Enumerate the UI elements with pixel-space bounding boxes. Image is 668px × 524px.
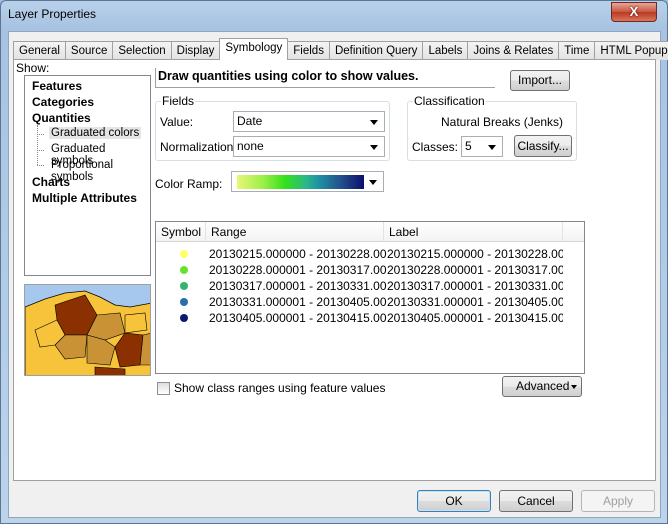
normalization-text: none bbox=[237, 139, 264, 153]
cancel-button[interactable]: Cancel bbox=[499, 490, 573, 512]
symbology-panel: Show: Features Categories Quantities Gra… bbox=[13, 59, 656, 481]
advanced-label: Advanced bbox=[516, 379, 570, 393]
tab-symbology[interactable]: Symbology bbox=[219, 38, 289, 60]
class-symbol-swatch[interactable] bbox=[180, 298, 188, 306]
class-row[interactable]: 20130331.000001 - 20130405.0000002013033… bbox=[156, 294, 563, 310]
classify-button[interactable]: Classify... bbox=[514, 135, 572, 157]
tree-item-features[interactable]: Features bbox=[32, 79, 82, 93]
normalization-dropdown[interactable]: none bbox=[233, 136, 385, 157]
class-range[interactable]: 20130317.000001 - 20130331.000000 bbox=[209, 278, 387, 294]
class-label[interactable]: 20130215.000000 - 20130228.000000 bbox=[387, 246, 563, 262]
tree-item-graduated-colors[interactable]: Graduated colors bbox=[49, 127, 142, 139]
value-field-text: Date bbox=[237, 114, 263, 128]
show-class-ranges-checkbox[interactable] bbox=[157, 382, 170, 395]
classes-value: 5 bbox=[465, 139, 472, 153]
class-range[interactable]: 20130215.000000 - 20130228.000000 bbox=[209, 246, 387, 262]
value-label: Value: bbox=[160, 115, 194, 129]
class-range[interactable]: 20130331.000001 - 20130405.000000 bbox=[209, 294, 387, 310]
title-bar: Layer Properties X bbox=[1, 1, 667, 29]
ok-button[interactable]: OK bbox=[417, 490, 491, 512]
fields-group: Fields Value: Date Normalization: none bbox=[155, 94, 390, 161]
tab-joins-relates[interactable]: Joins & Relates bbox=[467, 41, 560, 60]
classification-method: Natural Breaks (Jenks) bbox=[441, 115, 564, 129]
tree-connector bbox=[37, 134, 44, 135]
close-button[interactable]: X bbox=[611, 2, 657, 22]
classes-dropdown[interactable]: 5 bbox=[461, 136, 503, 157]
advanced-dropdown-button[interactable]: Advanced bbox=[502, 376, 582, 397]
symbology-description: Draw quantities using color to show valu… bbox=[155, 68, 495, 88]
classification-group: Classification Natural Breaks (Jenks) Cl… bbox=[407, 94, 577, 161]
tree-item-categories[interactable]: Categories bbox=[32, 95, 94, 109]
fields-group-title: Fields bbox=[161, 94, 196, 108]
tab-fields[interactable]: Fields bbox=[287, 41, 330, 60]
classes-label: Classes: bbox=[412, 140, 459, 154]
class-row[interactable]: 20130317.000001 - 20130331.0000002013031… bbox=[156, 278, 563, 294]
color-ramp-dropdown[interactable] bbox=[231, 171, 384, 192]
class-symbol-swatch[interactable] bbox=[180, 282, 188, 290]
classification-group-title: Classification bbox=[413, 94, 486, 108]
tree-connector bbox=[37, 125, 38, 165]
chevron-down-icon bbox=[369, 180, 377, 185]
class-row[interactable]: 20130215.000000 - 20130228.0000002013021… bbox=[156, 246, 563, 262]
layer-properties-window: Layer Properties X General Source Select… bbox=[0, 0, 668, 524]
window-title: Layer Properties bbox=[8, 7, 97, 21]
tree-connector bbox=[37, 150, 44, 151]
show-class-ranges-label: Show class ranges using feature values bbox=[174, 381, 386, 395]
dialog-client: General Source Selection Display Symbolo… bbox=[8, 31, 668, 518]
apply-button[interactable]: Apply bbox=[581, 490, 655, 512]
class-range[interactable]: 20130228.000001 - 20130317.000000 bbox=[209, 262, 387, 278]
class-list-header: Symbol Range Label bbox=[156, 222, 584, 242]
import-button[interactable]: Import... bbox=[510, 70, 570, 91]
class-label[interactable]: 20130228.000001 - 20130317.000000 bbox=[387, 262, 563, 278]
color-ramp-label: Color Ramp: bbox=[155, 177, 223, 191]
tab-strip: General Source Selection Display Symbolo… bbox=[13, 38, 668, 60]
header-spacer bbox=[563, 222, 585, 242]
africa-map-thumbnail bbox=[25, 285, 150, 375]
class-row[interactable]: 20130405.000001 - 20130415.0000002013040… bbox=[156, 310, 563, 326]
header-label[interactable]: Label bbox=[384, 222, 563, 242]
tab-general[interactable]: General bbox=[13, 41, 66, 60]
close-icon: X bbox=[629, 4, 639, 19]
class-row[interactable]: 20130228.000001 - 20130317.0000002013022… bbox=[156, 262, 563, 278]
tab-display[interactable]: Display bbox=[170, 41, 221, 60]
tab-definition-query[interactable]: Definition Query bbox=[328, 41, 424, 60]
show-label: Show: bbox=[16, 61, 50, 75]
tree-item-charts[interactable]: Charts bbox=[32, 175, 70, 189]
class-symbol-swatch[interactable] bbox=[180, 266, 188, 274]
tree-connector bbox=[37, 165, 44, 166]
chevron-down-icon bbox=[488, 145, 496, 150]
class-list: Symbol Range Label 20130215.000000 - 201… bbox=[155, 221, 585, 374]
class-range[interactable]: 20130405.000001 - 20130415.000000 bbox=[209, 310, 387, 326]
header-symbol[interactable]: Symbol bbox=[156, 222, 206, 242]
class-label[interactable]: 20130405.000001 - 20130415.000000 bbox=[387, 310, 563, 326]
chevron-down-icon bbox=[571, 385, 577, 389]
tree-item-quantities[interactable]: Quantities bbox=[32, 111, 91, 125]
class-symbol-swatch[interactable] bbox=[180, 314, 188, 322]
class-label[interactable]: 20130331.000001 - 20130405.000000 bbox=[387, 294, 563, 310]
chevron-down-icon bbox=[370, 145, 378, 150]
header-range[interactable]: Range bbox=[206, 222, 384, 242]
normalization-label: Normalization: bbox=[160, 140, 237, 154]
chevron-down-icon bbox=[370, 120, 378, 125]
class-symbol-swatch[interactable] bbox=[180, 250, 188, 258]
show-tree: Features Categories Quantities Graduated… bbox=[24, 75, 151, 276]
tab-labels[interactable]: Labels bbox=[422, 41, 469, 60]
tab-html-popup[interactable]: HTML Popup bbox=[594, 41, 668, 60]
class-label[interactable]: 20130317.000001 - 20130331.000000 bbox=[387, 278, 563, 294]
value-field-dropdown[interactable]: Date bbox=[233, 111, 385, 132]
map-preview-image bbox=[24, 284, 151, 376]
tree-item-multiple-attributes[interactable]: Multiple Attributes bbox=[32, 191, 137, 205]
tab-selection[interactable]: Selection bbox=[112, 41, 172, 60]
tab-source[interactable]: Source bbox=[64, 41, 114, 60]
tab-time[interactable]: Time bbox=[558, 41, 596, 60]
color-ramp-preview bbox=[237, 175, 364, 189]
